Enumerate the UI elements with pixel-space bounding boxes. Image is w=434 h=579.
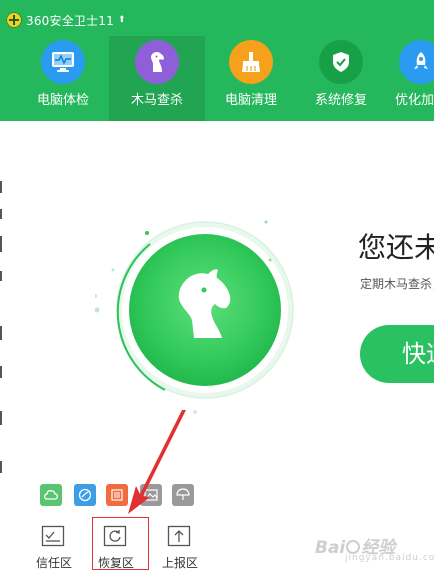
trust-zone-button[interactable]: 信任区	[30, 520, 78, 572]
watermark-text-left: Bai	[315, 538, 346, 558]
tool-label: 上报区	[161, 556, 198, 570]
background-window-edge	[0, 121, 3, 561]
tab-label: 木马查杀	[130, 93, 183, 108]
rocket-icon	[399, 40, 434, 84]
tab-computer-check[interactable]: 电脑体检	[15, 36, 111, 121]
app-title: 360安全卫士11	[26, 13, 114, 28]
tab-label: 电脑清理	[224, 93, 277, 108]
watermark-sub: jingyan.baidu.com	[345, 553, 434, 563]
quick-scan-button[interactable]: 快速查杀	[360, 325, 434, 383]
tab-label: 电脑体检	[36, 93, 89, 108]
upgrade-arrow-icon[interactable]: ⬆	[118, 15, 126, 25]
upload-icon	[167, 525, 191, 547]
report-zone-button[interactable]: 上报区	[156, 520, 204, 572]
app-window: 360安全卫士11 ⬆ 电脑体检 木马查杀 电脑清理 系统修复 优化加 您还未 …	[0, 0, 434, 579]
scan-headline: 您还未进行木马查杀	[358, 231, 434, 264]
tab-label: 优化加速	[394, 93, 434, 108]
scan-circle[interactable]	[95, 200, 315, 420]
app-logo-icon	[6, 12, 22, 28]
list-icon[interactable]	[106, 484, 128, 506]
image-icon[interactable]	[140, 484, 162, 506]
tool-label: 信任区	[35, 556, 72, 570]
baidu-watermark: Bai经验 jingyan.baidu.com	[315, 533, 434, 563]
scan-subtext: 定期木马查杀，保护电脑安全	[360, 277, 434, 291]
horse-icon	[178, 269, 231, 338]
shield-icon	[319, 40, 363, 84]
trust-list-icon	[41, 525, 65, 547]
tab-trojan-scan[interactable]: 木马查杀	[109, 36, 205, 121]
broom-icon	[229, 40, 273, 84]
tab-optimize[interactable]: 优化加速	[373, 36, 434, 121]
cloud-icon[interactable]	[40, 484, 62, 506]
monitor-icon	[41, 40, 85, 84]
horse-icon	[135, 40, 179, 84]
speed-icon[interactable]	[74, 484, 96, 506]
baidu-paw-icon	[346, 540, 361, 554]
annotation-highlight-box	[92, 517, 149, 570]
umbrella-icon[interactable]	[172, 484, 194, 506]
title-bar: 360安全卫士11 ⬆	[6, 10, 126, 30]
tab-computer-clean[interactable]: 电脑清理	[203, 36, 299, 121]
main-nav: 电脑体检 木马查杀 电脑清理 系统修复 优化加	[0, 36, 434, 121]
header-bar: 360安全卫士11 ⬆ 电脑体检 木马查杀 电脑清理 系统修复 优化加	[0, 0, 434, 121]
